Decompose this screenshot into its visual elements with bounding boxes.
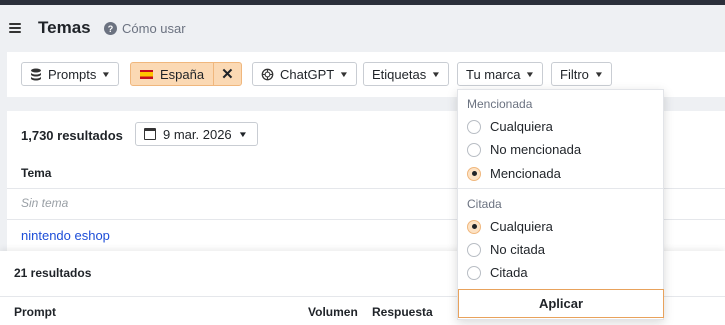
divider — [458, 188, 663, 189]
country-filter-button[interactable]: España — [131, 63, 213, 85]
prompts-filter-label: Prompts — [48, 66, 97, 82]
help-icon: ? — [104, 22, 117, 35]
topics-results-count: 1,730 resultados — [21, 128, 123, 143]
option-label: Mencionada — [490, 166, 561, 181]
calendar-icon — [144, 128, 156, 140]
column-header-topic[interactable]: Tema — [21, 166, 51, 180]
apply-button[interactable]: Aplicar — [458, 289, 664, 318]
model-filter-button[interactable]: ChatGPT ▼ — [252, 62, 358, 86]
chevron-down-icon: ▼ — [338, 69, 350, 79]
model-filter-label: ChatGPT — [280, 66, 335, 82]
page-header: Temas ? Cómo usar — [0, 5, 725, 50]
column-header-volume[interactable]: Volumen — [308, 305, 358, 319]
brand-filter-label: Tu marca — [466, 66, 521, 82]
more-filter-button[interactable]: Filtro ▼ — [551, 62, 612, 86]
mentioned-option-mentioned[interactable]: Mencionada — [467, 166, 561, 181]
radio-button[interactable] — [467, 242, 481, 257]
cited-option-cited[interactable]: Citada — [467, 265, 528, 280]
chevron-down-icon: ▼ — [101, 69, 112, 79]
chevron-down-icon: ▼ — [525, 69, 536, 79]
column-header-prompt[interactable]: Prompt — [14, 305, 56, 319]
help-label: Cómo usar — [122, 21, 186, 36]
database-icon — [31, 68, 41, 80]
radio-button[interactable] — [467, 265, 481, 280]
radio-button[interactable] — [467, 142, 481, 157]
tags-filter-button[interactable]: Etiquetas ▼ — [363, 62, 450, 86]
radio-button-selected[interactable] — [467, 219, 481, 234]
option-label: Citada — [490, 265, 528, 280]
more-filter-label: Filtro — [560, 66, 589, 82]
help-link[interactable]: ? Cómo usar — [104, 21, 186, 36]
country-filter-chip: España ✕ — [130, 62, 242, 86]
list-item: Sin tema — [21, 196, 69, 210]
mentioned-option-any[interactable]: Cualquiera — [467, 119, 553, 134]
mentioned-option-not-mentioned[interactable]: No mencionada — [467, 142, 581, 157]
option-label: No citada — [490, 242, 545, 257]
option-label: Cualquiera — [490, 219, 553, 234]
brand-filter-button[interactable]: Tu marca ▼ — [457, 62, 544, 86]
prompts-results-count: 21 resultados — [14, 266, 92, 280]
cited-option-not-cited[interactable]: No citada — [467, 242, 545, 257]
remove-country-filter-icon[interactable]: ✕ — [213, 63, 241, 85]
page-title: Temas — [38, 18, 91, 37]
country-filter-label: España — [160, 66, 205, 82]
date-label: 9 mar. 2026 — [163, 126, 232, 142]
cited-section-label: Citada — [467, 197, 502, 211]
tags-filter-label: Etiquetas — [372, 66, 427, 82]
cited-option-any[interactable]: Cualquiera — [467, 219, 553, 234]
chevron-down-icon: ▼ — [237, 129, 248, 139]
option-label: No mencionada — [490, 142, 582, 157]
spain-flag-icon — [140, 69, 153, 79]
mentioned-section-label: Mencionada — [467, 97, 533, 111]
brand-filter-dropdown: Mencionada Cualquiera No mencionada Menc… — [457, 89, 664, 320]
radio-button[interactable] — [467, 119, 481, 134]
chevron-down-icon: ▼ — [593, 69, 605, 79]
topic-link[interactable]: nintendo eshop — [21, 228, 110, 243]
menu-icon[interactable] — [9, 23, 21, 33]
chevron-down-icon: ▼ — [431, 69, 442, 79]
date-picker-button[interactable]: 9 mar. 2026 ▼ — [135, 122, 258, 146]
chatgpt-icon — [261, 68, 274, 80]
prompts-filter-button[interactable]: Prompts ▼ — [21, 62, 120, 86]
option-label: Cualquiera — [490, 119, 553, 134]
column-header-response[interactable]: Respuesta — [372, 305, 433, 319]
radio-button-selected[interactable] — [467, 166, 481, 181]
